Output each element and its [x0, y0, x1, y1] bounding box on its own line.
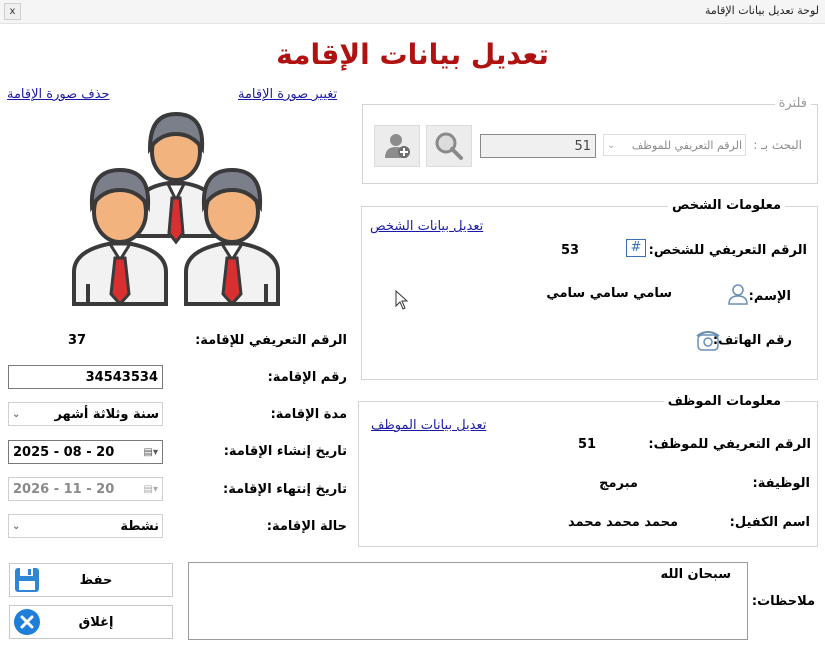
- change-photo-link[interactable]: تغيير صورة الإقامة: [238, 87, 337, 102]
- status-text: نشطة: [120, 518, 159, 534]
- chevron-down-icon: ⌄: [12, 520, 21, 532]
- phone-icon: [695, 327, 721, 357]
- edit-person-link[interactable]: تعديل بيانات الشخص: [370, 219, 483, 234]
- status-select[interactable]: نشطة ⌄: [8, 514, 163, 538]
- person-name-value: سامي سامي سامي: [546, 286, 672, 301]
- mouse-cursor-icon: [395, 289, 409, 314]
- delete-photo-link[interactable]: حذف صورة الإقامة: [7, 87, 110, 102]
- created-date-label: تاريخ إنشاء الإقامة:: [223, 444, 347, 459]
- residence-number-text: 34543534: [85, 369, 158, 385]
- edit-employee-link[interactable]: تعديل بيانات الموظف: [371, 418, 486, 433]
- search-by-text: الرقم التعريفي للموظف: [631, 138, 742, 152]
- window-close-button[interactable]: x: [4, 3, 21, 20]
- status-label: حالة الإقامة:: [266, 519, 347, 534]
- residence-number-input[interactable]: 34543534: [8, 365, 163, 389]
- expiry-date-text: 2026 - 11 - 20: [13, 481, 115, 497]
- add-person-button: [374, 125, 420, 167]
- title-bar: لوحة تعديل بيانات الإقامة x: [0, 0, 825, 24]
- expiry-date-picker: 2026 - 11 - 20 ▤▾: [8, 477, 163, 501]
- job-value: مبرمج: [599, 476, 638, 491]
- filter-legend: فلترة: [774, 96, 811, 111]
- residence-number-label: رقم الإقامة:: [267, 370, 347, 385]
- chevron-down-icon: ⌄: [12, 408, 21, 420]
- page-title: تعديل بيانات الإقامة: [276, 38, 549, 71]
- add-person-icon: [385, 134, 410, 158]
- residence-duration-text: سنة وثلاثة أشهر: [54, 406, 159, 422]
- sponsor-value: محمد محمد محمد: [568, 515, 678, 530]
- close-circle-icon: [10, 606, 44, 638]
- created-date-text: 2025 - 08 - 20: [13, 444, 115, 460]
- job-label: الوظيفة:: [752, 476, 810, 491]
- search-by-select: الرقم التعريفي للموظف ⌄: [603, 134, 746, 156]
- person-id-label: الرقم التعريفي للشخص:: [648, 243, 807, 258]
- calendar-dropdown-icon: ▤▾: [143, 483, 158, 495]
- search-button: [426, 125, 472, 167]
- close-button[interactable]: إغلاق: [9, 605, 173, 639]
- phone-label: رقم الهاتف:: [712, 333, 792, 348]
- save-button-label: حفظ: [79, 572, 113, 588]
- residence-duration-select[interactable]: سنة وثلاثة أشهر ⌄: [8, 402, 163, 426]
- residence-id-label: الرقم التعريفي للإقامة:: [195, 333, 347, 348]
- calendar-dropdown-icon[interactable]: ▤▾: [144, 447, 158, 458]
- search-input: 51: [480, 134, 596, 158]
- residence-id-value: 37: [68, 333, 87, 348]
- magnifier-icon: [435, 132, 463, 160]
- save-icon: [10, 564, 44, 596]
- notes-label: ملاحظات:: [751, 594, 815, 609]
- created-date-picker[interactable]: 2025 - 08 - 20 ▤▾: [8, 440, 163, 464]
- person-icon: [727, 283, 749, 309]
- notes-text: سبحان الله: [660, 567, 732, 582]
- close-button-label: إغلاق: [78, 614, 114, 630]
- save-button[interactable]: حفظ: [9, 563, 173, 597]
- search-value-text: 51: [574, 138, 591, 154]
- window-title: لوحة تعديل بيانات الإقامة: [705, 4, 819, 17]
- employee-id-value: 51: [578, 437, 597, 452]
- hash-icon: #: [626, 239, 646, 257]
- employee-id-label: الرقم التعريفي للموظف:: [648, 437, 811, 452]
- chevron-down-icon: ⌄: [607, 139, 616, 151]
- person-id-value: 53: [561, 243, 580, 258]
- notes-textarea[interactable]: سبحان الله: [188, 562, 748, 640]
- people-group-icon: [68, 108, 286, 310]
- back-person: [136, 111, 216, 245]
- expiry-date-label: تاريخ إنتهاء الإقامة:: [223, 482, 347, 497]
- residence-duration-label: مدة الإقامة:: [270, 407, 347, 422]
- sponsor-label: اسم الكفيل:: [729, 515, 810, 530]
- employee-info-legend: معلومات الموظف: [663, 394, 785, 409]
- search-by-label: البحث بـ :: [753, 138, 802, 152]
- person-info-legend: معلومات الشخص: [667, 198, 785, 213]
- person-name-label: الإسم:: [748, 289, 791, 304]
